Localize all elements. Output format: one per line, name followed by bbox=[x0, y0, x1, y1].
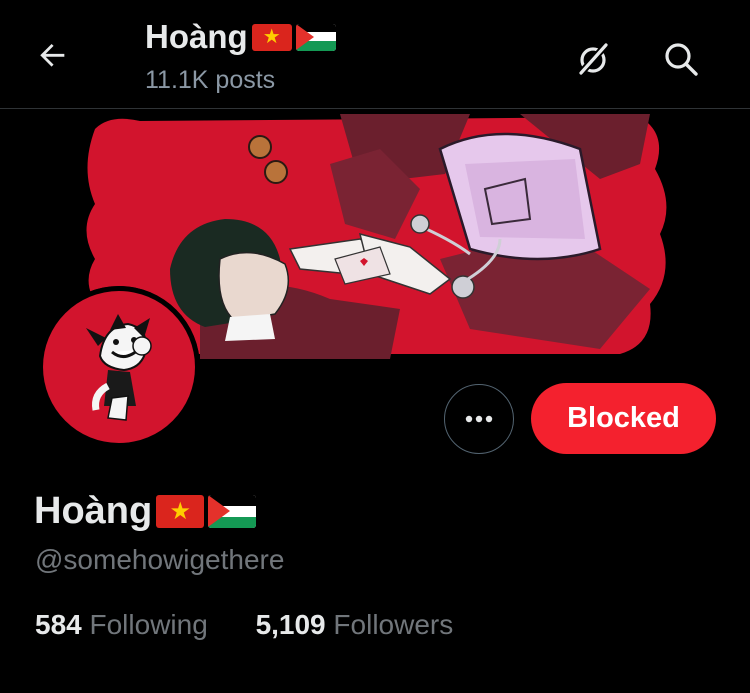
search-icon bbox=[665, 43, 698, 76]
grok-icon bbox=[578, 42, 609, 76]
following-link[interactable]: 584 Following bbox=[35, 609, 208, 641]
profile-name-text: Hoàng bbox=[34, 490, 153, 532]
following-count: 584 bbox=[35, 609, 82, 640]
profile-handle: @somehowigethere bbox=[35, 544, 285, 575]
followers-link[interactable]: 5,109 Followers bbox=[256, 609, 454, 641]
back-button[interactable] bbox=[30, 32, 76, 78]
header-title: Hoàng ★ bbox=[145, 18, 336, 56]
followers-count: 5,109 bbox=[255, 609, 326, 640]
palestine-flag-icon bbox=[295, 23, 336, 51]
profile-avatar[interactable] bbox=[38, 286, 200, 448]
header-name-text: Hoàng bbox=[145, 18, 248, 55]
search-button[interactable] bbox=[658, 36, 704, 82]
vietnam-flag-icon: ★ bbox=[156, 495, 205, 528]
follow-stats: 584 Following 5,109 Followers bbox=[35, 609, 453, 641]
more-options-icon bbox=[465, 415, 493, 423]
palestine-flag-icon bbox=[208, 495, 257, 528]
profile-header: Hoàng ★ 11.1K posts bbox=[0, 0, 750, 109]
followers-label: Followers bbox=[333, 609, 454, 640]
profile-name: Hoàng ★ bbox=[34, 490, 257, 533]
blocked-button[interactable]: Blocked bbox=[531, 383, 716, 454]
grok-button[interactable] bbox=[570, 36, 616, 82]
post-count: 11.1K posts bbox=[145, 66, 276, 94]
more-options-button[interactable] bbox=[444, 384, 514, 454]
vietnam-flag-icon: ★ bbox=[251, 23, 292, 51]
avatar-illustration bbox=[38, 286, 200, 448]
following-label: Following bbox=[89, 609, 208, 640]
arrow-left-icon bbox=[40, 43, 65, 67]
